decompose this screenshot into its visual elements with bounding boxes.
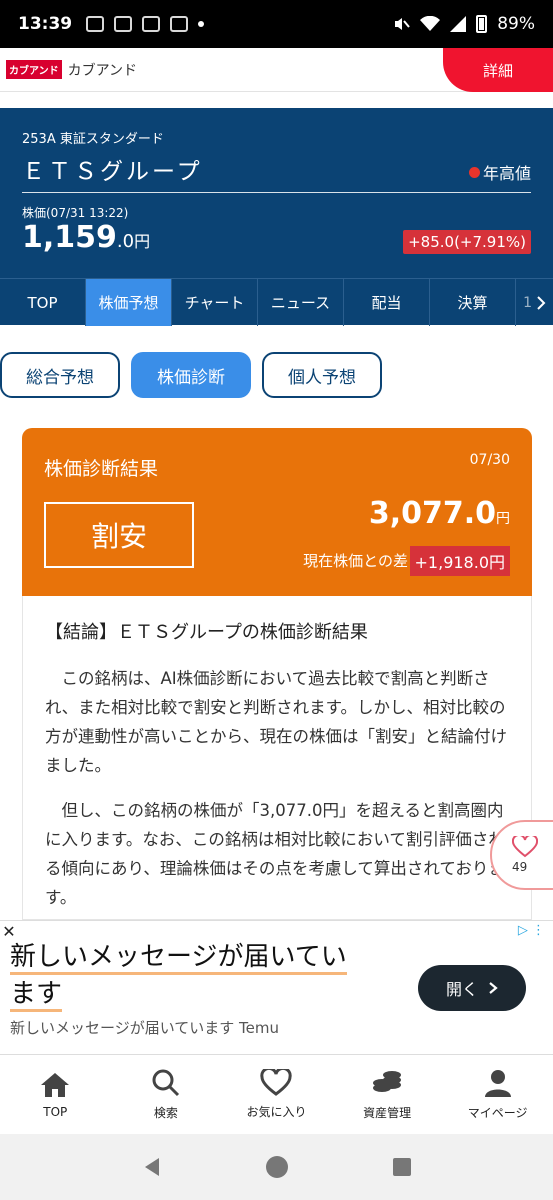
ad-choices-icon[interactable]: ▷ ⋮ xyxy=(518,923,545,938)
year-high-badge: 年高値 xyxy=(468,160,531,184)
nav-mypage[interactable]: マイページ xyxy=(442,1055,553,1134)
price-integer: 1,159 xyxy=(22,220,117,255)
ad-open-button[interactable]: 開く xyxy=(418,965,526,1011)
status-time: 13:39 xyxy=(18,14,73,34)
current-price: 1,159.0円 xyxy=(22,220,150,255)
ad-headline-line2: ます xyxy=(10,979,63,1012)
home-button-icon[interactable] xyxy=(265,1155,289,1179)
diagnosis-title: 株価診断結果 xyxy=(44,458,159,480)
bottom-ad-banner[interactable]: ✕ ▷ ⋮ 新しいメッセージが届いてい ます 新しいメッセージが届いています T… xyxy=(0,920,553,1054)
ad-detail-button[interactable]: 詳細 xyxy=(443,42,553,92)
battery-icon xyxy=(476,15,488,33)
chevron-right-icon xyxy=(489,982,498,994)
signal-icon xyxy=(450,16,467,32)
coins-icon xyxy=(373,1071,402,1092)
nav-assets[interactable]: 資産管理 xyxy=(332,1055,443,1134)
diagnosis-card-header: 株価診断結果 07/30 割安 3,077.0円 現在株価との差 +1,918.… xyxy=(22,428,532,596)
recents-icon[interactable] xyxy=(392,1157,412,1177)
price-label: 株価(07/31 13:22) xyxy=(22,206,129,220)
nav-assets-label: 資産管理 xyxy=(363,1106,412,1120)
tabs-scroll-right[interactable]: 1 xyxy=(516,279,552,326)
status-bar: 13:39 89% xyxy=(0,0,553,48)
year-high-label: 年高値 xyxy=(482,164,531,183)
battery-level: 89% xyxy=(497,14,535,34)
chevron-right-icon xyxy=(537,295,546,310)
search-icon xyxy=(152,1069,179,1097)
conclusion-heading: 【結論】ＥＴＳグループの株価診断結果 xyxy=(45,622,368,643)
subtab-personal-forecast[interactable]: 個人予想 xyxy=(262,352,382,398)
nav-favorites[interactable]: お気に入り xyxy=(221,1055,332,1134)
sub-tabs: 総合予想 株価診断 個人予想 xyxy=(0,352,553,400)
ad-advertiser-name: カブアンド xyxy=(67,62,138,79)
theoretical-price-unit: 円 xyxy=(496,511,510,527)
nav-search[interactable]: 検索 xyxy=(111,1055,222,1134)
price-decimal: .0 xyxy=(116,231,135,252)
heart-icon xyxy=(260,1069,293,1096)
ad-subline: 新しいメッセージが届いています Temu xyxy=(10,1019,279,1037)
ad-logo: カブアンド xyxy=(6,60,62,79)
tab-earnings[interactable]: 決算 xyxy=(430,279,516,326)
favorite-count: 49 xyxy=(512,860,528,874)
divider xyxy=(22,192,531,193)
main-tabs: TOP 株価予想 チャート ニュース 配当 決算 1 xyxy=(0,278,553,326)
mute-icon xyxy=(395,18,410,30)
subtab-overall-forecast[interactable]: 総合予想 xyxy=(0,352,120,398)
stock-header: 253A 東証スタンダード ＥＴＳグループ 年高値 株価(07/31 13:22… xyxy=(0,108,553,278)
subtab-price-diagnosis[interactable]: 株価診断 xyxy=(131,352,251,398)
top-ad-banner[interactable]: カブアンド カブアンド 詳細 xyxy=(0,42,553,92)
nav-top[interactable]: TOP xyxy=(0,1055,111,1134)
conclusion-paragraph-2: 但し、この銘柄の株価が「3,077.0円」を超えると割高圏内に入ります。なお、こ… xyxy=(45,801,505,907)
theoretical-price-value: 3,077.0 xyxy=(368,496,496,531)
back-icon[interactable] xyxy=(141,1156,163,1178)
notification-icon xyxy=(114,16,133,32)
diagnosis-verdict: 割安 xyxy=(44,502,194,568)
bottom-navigation: TOP 検索 お気に入り 資産管理 マイページ xyxy=(0,1054,553,1134)
theoretical-price: 3,077.0円 xyxy=(369,496,510,531)
stock-name: ＥＴＳグループ xyxy=(22,159,203,185)
diagnosis-date: 07/30 xyxy=(469,452,510,468)
conclusion-paragraph-1: この銘柄は、AI株価診断において過去比較で割高と判断され、また相対比較で割安と判… xyxy=(45,669,507,775)
price-change-badge: +85.0(+7.91%) xyxy=(403,230,531,254)
wifi-icon xyxy=(420,16,441,31)
price-unit: 円 xyxy=(134,232,151,251)
red-dot-icon xyxy=(468,166,480,178)
tab-chart[interactable]: チャート xyxy=(172,279,258,326)
nav-top-label: TOP xyxy=(43,1104,68,1119)
more-notifications-icon xyxy=(198,21,205,27)
nav-favorites-label: お気に入り xyxy=(246,1105,307,1119)
tab-partial-label: 1 xyxy=(523,294,532,311)
tab-price-forecast[interactable]: 株価予想 xyxy=(86,279,172,326)
stock-code-market: 253A 東証スタンダード xyxy=(22,132,164,147)
manga-app-icon xyxy=(170,16,189,32)
diagnosis-card-body: 【結論】ＥＴＳグループの株価診断結果 この銘柄は、AI株価診断において過去比較で… xyxy=(22,596,532,920)
home-icon xyxy=(41,1072,70,1097)
nav-mypage-label: マイページ xyxy=(467,1106,528,1120)
nav-search-label: 検索 xyxy=(153,1106,178,1120)
ad-open-label: 開く xyxy=(445,980,478,999)
tab-dividend[interactable]: 配当 xyxy=(344,279,430,326)
person-icon xyxy=(484,1070,511,1097)
price-diff-value: +1,918.0円 xyxy=(409,546,510,576)
system-navigation xyxy=(0,1134,553,1200)
missed-call-icon xyxy=(86,16,105,32)
ad-headline: 新しいメッセージが届いてい ます xyxy=(10,939,400,1013)
app-notification-icon xyxy=(142,16,161,32)
favorite-floating-button[interactable]: 49 xyxy=(490,820,553,890)
price-diff-label: 現在株価との差 xyxy=(303,552,408,570)
heart-icon xyxy=(512,836,538,858)
tab-top[interactable]: TOP xyxy=(0,279,86,326)
ad-headline-line1: 新しいメッセージが届いてい xyxy=(10,942,347,975)
tab-news[interactable]: ニュース xyxy=(258,279,344,326)
